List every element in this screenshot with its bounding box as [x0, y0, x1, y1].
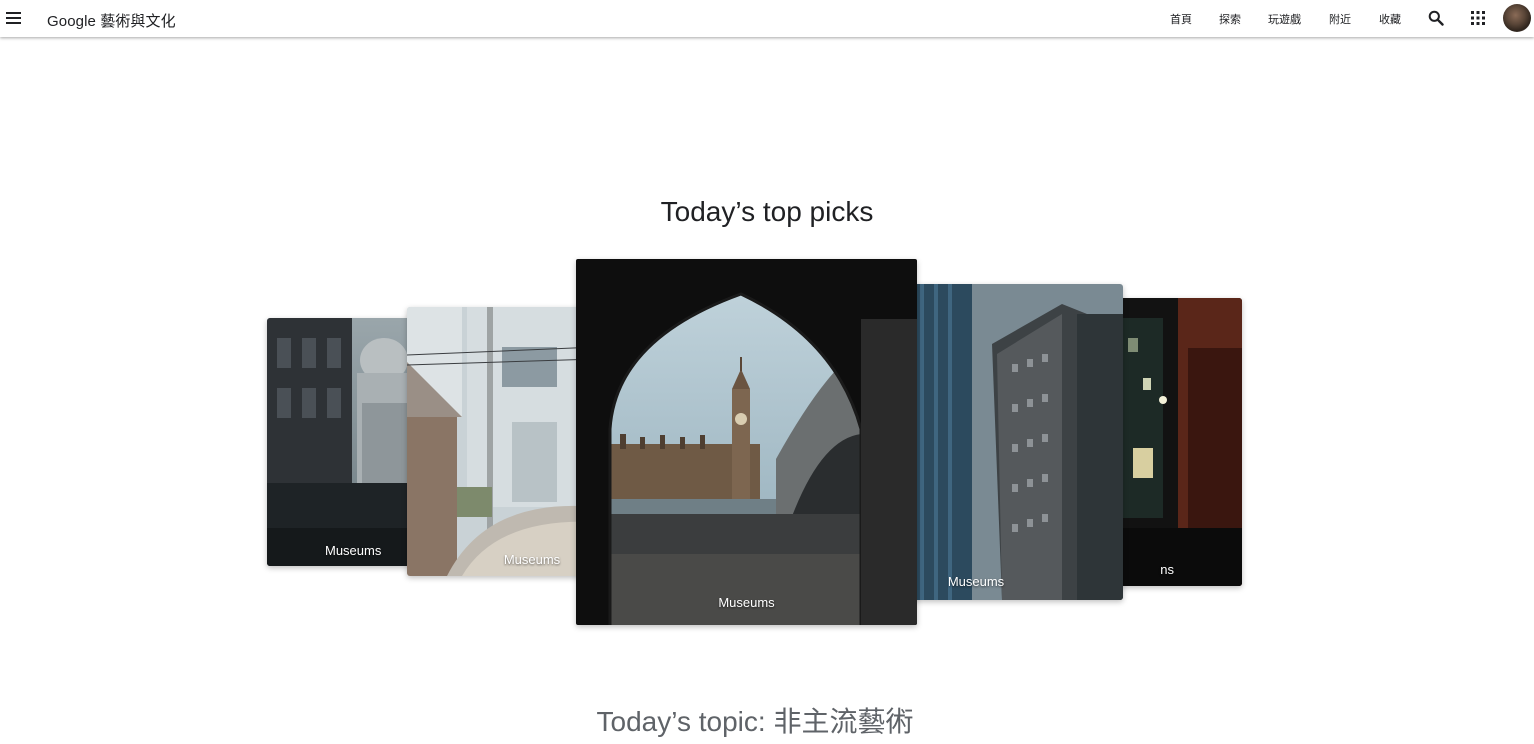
pick-card-2-caption: Museums	[503, 552, 561, 567]
pick-card-4-image	[912, 284, 1123, 600]
brand-title[interactable]: Google 藝術與文化	[47, 10, 176, 31]
nav-favorites[interactable]: 收藏	[1379, 11, 1401, 27]
nav-home[interactable]: 首頁	[1170, 11, 1192, 27]
top-app-bar: Google 藝術與文化 首頁 探索 玩遊戲 附近 收藏	[0, 0, 1534, 37]
apps-grid-icon[interactable]	[1471, 11, 1485, 30]
pick-card-3-caption: Museums	[718, 595, 775, 610]
top-picks-title: Today’s top picks	[660, 196, 874, 227]
account-avatar[interactable]	[1503, 4, 1531, 32]
pick-card-1[interactable]: Museums	[267, 318, 427, 566]
menu-icon[interactable]	[6, 9, 22, 27]
nav-play[interactable]: 玩遊戲	[1268, 11, 1301, 27]
search-icon[interactable]	[1428, 10, 1444, 31]
pick-card-3[interactable]: Museums	[576, 259, 917, 625]
pick-card-4-caption: Museums	[947, 574, 1005, 589]
topic-title: Today’s topic: 非主流藝術	[596, 706, 914, 737]
pick-card-1-image	[267, 318, 427, 566]
nav-explore[interactable]: 探索	[1219, 11, 1241, 27]
pick-card-2[interactable]: Museums	[407, 307, 597, 576]
pick-card-3-image	[576, 259, 917, 625]
nav-nearby[interactable]: 附近	[1329, 11, 1351, 27]
pick-card-2-image	[407, 307, 597, 576]
pick-card-4[interactable]: Museums	[912, 284, 1123, 600]
